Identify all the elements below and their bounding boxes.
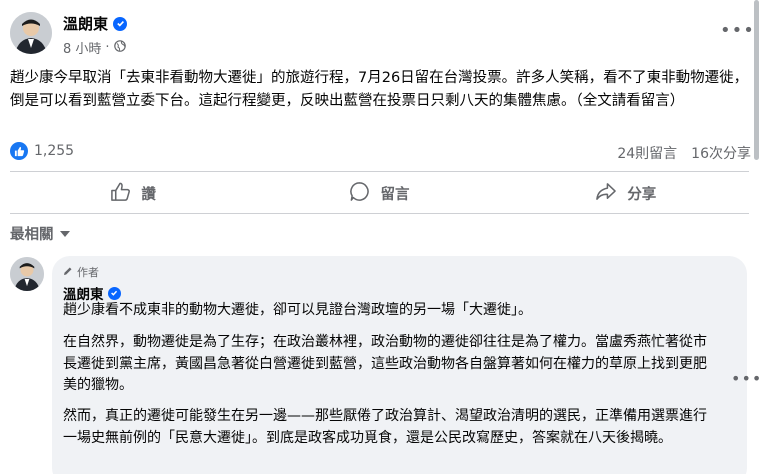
comment-paragraph: 然而，真正的遷徙可能發生在另一邊——那些厭倦了政治算計、渴望政治清明的選民，正準…	[63, 408, 707, 446]
like-button-label: 讚	[141, 186, 156, 203]
like-reaction-icon	[10, 142, 28, 160]
facebook-post: 溫朗東 8 小時 · ••• 趙少康今早取消「去東非看動物大遷徙」的旅遊行程，7…	[0, 0, 759, 474]
thumbs-up-icon	[110, 181, 131, 206]
verified-badge-icon	[107, 286, 121, 300]
comment-button-label: 留言	[380, 186, 410, 203]
share-count-link[interactable]: 16次分享	[691, 143, 751, 163]
comment-author-avatar[interactable]	[10, 257, 44, 291]
author-tag: 作者	[63, 264, 99, 280]
comment-paragraph: 趙少康看不成東非的動物大遷徙，卻可以見證台灣政壇的另一場「大遷徙」。	[63, 302, 532, 318]
post-timestamp[interactable]: 8 小時	[63, 38, 101, 57]
reaction-summary[interactable]: 1,255	[10, 142, 74, 160]
author-avatar[interactable]	[10, 12, 52, 54]
post-meta: 8 小時 ·	[63, 38, 126, 57]
share-arrow-icon	[595, 181, 617, 206]
divider	[10, 213, 749, 214]
post-text: 趙少康今早取消「去東非看動物大遷徙」的旅遊行程，7月26日留在台灣投票。許多人笑…	[10, 70, 749, 109]
divider	[10, 171, 749, 172]
meta-separator: ·	[105, 40, 110, 55]
globe-icon[interactable]	[113, 39, 126, 56]
comment-paragraph: 在自然界，動物遷徙是為了生存；在政治叢林裡，政治動物的遷徙卻往往是為了權力。當盧…	[63, 334, 707, 393]
comment-count-link[interactable]: 24則留言	[617, 143, 677, 163]
pencil-icon	[63, 266, 73, 279]
like-button[interactable]: 讚	[10, 174, 256, 212]
author-tag-label: 作者	[77, 266, 99, 279]
engagement-counts: 24則留言 16次分享	[617, 143, 751, 163]
comment-filter-dropdown[interactable]: 最相關	[10, 223, 70, 244]
comment-button[interactable]: 留言	[256, 174, 502, 212]
post-options-icon[interactable]: •••	[720, 20, 755, 41]
scrollbar[interactable]	[754, 0, 759, 160]
share-button-label: 分享	[627, 186, 657, 203]
comment-options-icon[interactable]: •••	[731, 369, 759, 388]
caret-down-icon	[59, 226, 70, 242]
comment-filter-label: 最相關	[10, 227, 54, 243]
reaction-count: 1,255	[34, 143, 75, 159]
action-bar: 讚 留言 分享	[10, 174, 749, 212]
verified-badge-icon	[113, 16, 128, 31]
post-author-name[interactable]: 溫朗東	[63, 13, 108, 34]
post-author[interactable]: 溫朗東	[63, 13, 128, 34]
comment-bubble-icon	[349, 181, 370, 206]
share-button[interactable]: 分享	[503, 174, 749, 212]
